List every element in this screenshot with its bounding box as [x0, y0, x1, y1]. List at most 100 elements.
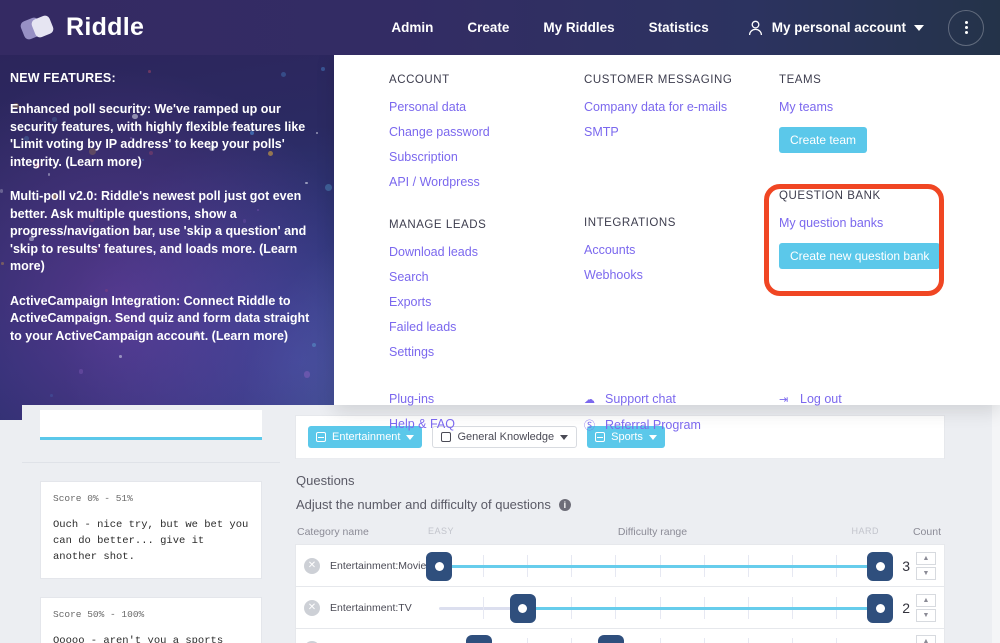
score-range-label: Score 50% - 100%: [53, 609, 145, 620]
score-card[interactable]: Score 50% - 100% Ooooo - aren't you a sp…: [40, 597, 262, 643]
menu-item-my-teams[interactable]: My teams: [779, 100, 990, 114]
nav-links: Admin Create My Riddles Statistics: [374, 20, 725, 35]
question-count-stepper[interactable]: ▲▼: [916, 635, 936, 643]
caret-down-icon[interactable]: ▼: [916, 566, 936, 580]
table-body: ✕ Entertainment:Movies 3 ▲ ▼ ✕ Entertainment:T…: [295, 544, 945, 643]
remove-circle-icon[interactable]: ✕: [304, 557, 320, 574]
nav-link-statistics[interactable]: Statistics: [649, 20, 709, 35]
menu-item-exports[interactable]: Exports: [389, 295, 574, 309]
help-faq-label: Help & FAQ: [389, 417, 455, 431]
difficulty-range-slider[interactable]: [439, 587, 893, 629]
menu-item-referral-program[interactable]: Ⓢ Referral Program: [584, 417, 779, 433]
dropdown-group-integrations: INTEGRATIONS Accounts Webhooks: [584, 217, 769, 282]
support-chat-label: Support chat: [605, 392, 676, 406]
caret-up-icon[interactable]: ▲: [916, 551, 936, 565]
header-hard: HARD: [851, 526, 879, 536]
menu-item-api-wordpress[interactable]: API / Wordpress: [389, 175, 574, 189]
menu-item-search[interactable]: Search: [389, 270, 574, 284]
logout-icon: ⇥: [779, 393, 789, 406]
menu-item-my-question-banks[interactable]: My question banks: [779, 216, 990, 230]
dropdown-column-middle: CUSTOMER MESSAGING Company data for e-ma…: [584, 74, 779, 370]
caret-down-icon[interactable]: ▼: [916, 608, 936, 622]
menu-item-help-faq[interactable]: Help & FAQ: [389, 417, 584, 431]
menu-item-settings[interactable]: Settings: [389, 345, 574, 359]
group-title-teams: TEAMS: [779, 74, 822, 86]
riddle-sidebar-panel: Score 0% - 51% Ouch - nice try, but we b…: [22, 405, 280, 643]
slider-handle-max[interactable]: [867, 551, 893, 581]
new-features-paragraph: ActiveCampaign Integration: Connect Ridd…: [10, 293, 310, 343]
dropdown-column-right: TEAMS My teams Create team QUESTION BANK…: [779, 74, 1000, 370]
questions-section-subtitle: Adjust the number and difficulty of ques…: [280, 488, 1000, 512]
menu-item-download-leads[interactable]: Download leads: [389, 245, 574, 259]
menu-item-personal-data[interactable]: Personal data: [389, 100, 574, 114]
category-name-cell: Entertainment:TV: [330, 601, 412, 614]
score-range-label: Score 0% - 51%: [53, 493, 133, 504]
caret-up-icon[interactable]: ▲: [916, 635, 936, 643]
new-features-paragraph: Multi-poll v2.0: Riddle's newest poll ju…: [10, 189, 307, 273]
dropdown-footer: Plug-ins Help & FAQ ☁ Support chat Ⓢ Ref…: [334, 392, 1000, 444]
slider-handle-max[interactable]: [867, 593, 893, 623]
menu-item-log-out[interactable]: ⇥ Log out: [779, 392, 1000, 406]
account-menu-button[interactable]: My personal account: [748, 20, 924, 36]
menu-item-company-data-emails[interactable]: Company data for e-mails: [584, 100, 769, 114]
dropdown-group-customer-messaging: CUSTOMER MESSAGING Company data for e-ma…: [584, 74, 769, 139]
create-new-question-bank-button[interactable]: Create new question bank: [779, 243, 941, 269]
menu-item-failed-leads[interactable]: Failed leads: [389, 320, 574, 334]
nav-link-create[interactable]: Create: [467, 20, 509, 35]
app-root: Score 0% - 51% Ouch - nice try, but we b…: [0, 0, 1000, 643]
chevron-down-icon: [914, 24, 924, 31]
nav-link-my-riddles[interactable]: My Riddles: [543, 20, 614, 35]
riddle-diamond-logo-icon: [19, 13, 56, 41]
checkbox-icon: [316, 432, 326, 442]
menu-item-webhooks[interactable]: Webhooks: [584, 268, 769, 282]
header-easy: EASY: [428, 526, 455, 536]
brand-logo-link[interactable]: Riddle: [19, 13, 144, 42]
chat-bubble-icon: ☁: [584, 393, 595, 406]
dropdown-group-manage-leads: MANAGE LEADS Download leads Search Expor…: [389, 219, 574, 359]
dropdown-columns: ACCOUNT Personal data Change password Su…: [334, 74, 1000, 370]
category-name-cell: Entertainment:Movies: [330, 559, 432, 572]
question-count-stepper[interactable]: ▲▼: [916, 593, 936, 622]
table-row: ✕Sports:Olympics5▲▼: [295, 628, 945, 643]
table-row: ✕ Entertainment:Movies 3 ▲ ▼: [295, 544, 945, 586]
questions-subtitle-text: Adjust the number and difficulty of ques…: [296, 497, 551, 512]
question-count-stepper[interactable]: ▲▼: [916, 551, 936, 580]
menu-item-subscription[interactable]: Subscription: [389, 150, 574, 164]
group-title-account: ACCOUNT: [389, 74, 450, 86]
nav-link-admin[interactable]: Admin: [391, 20, 433, 35]
menu-item-support-chat[interactable]: ☁ Support chat: [584, 392, 779, 406]
questions-table: Category name EASY Difficulty range HARD…: [295, 526, 945, 643]
menu-item-plug-ins[interactable]: Plug-ins: [389, 392, 584, 406]
more-vertical-icon[interactable]: [948, 9, 984, 46]
difficulty-range-slider[interactable]: [439, 628, 880, 643]
score-card[interactable]: Score 0% - 51% Ouch - nice try, but we b…: [40, 481, 262, 579]
menu-item-accounts[interactable]: Accounts: [584, 243, 769, 257]
caret-up-icon[interactable]: ▲: [916, 593, 936, 607]
difficulty-range-slider[interactable]: [426, 545, 893, 587]
menu-item-smtp[interactable]: SMTP: [584, 125, 769, 139]
account-menu-label: My personal account: [771, 20, 906, 35]
new-features-heading: NEW FEATURES:: [10, 71, 116, 85]
dropdown-column-left: ACCOUNT Personal data Change password Su…: [389, 74, 584, 370]
new-features-paragraph: Enhanced poll security: We've ramped up …: [10, 102, 306, 169]
slider-handle-min[interactable]: [426, 551, 452, 581]
dropdown-group-question-bank: QUESTION BANK My question banks Create n…: [779, 190, 990, 269]
dropdown-group-teams: TEAMS My teams Create team: [779, 74, 990, 153]
score-message-text: Ouch - nice try, but we bet you can do b…: [53, 519, 249, 563]
remove-circle-icon[interactable]: ✕: [304, 599, 320, 616]
user-icon: [748, 20, 762, 35]
new-features-panel: NEW FEATURES: Enhanced poll security: We…: [0, 55, 334, 418]
log-out-label: Log out: [800, 392, 842, 406]
menu-item-change-password[interactable]: Change password: [389, 125, 574, 139]
slider-handle-min[interactable]: [465, 635, 492, 643]
header-count: Count: [912, 526, 941, 538]
slider-handle-min[interactable]: [509, 593, 536, 623]
top-navbar: Riddle Admin Create My Riddles Statistics M…: [0, 0, 1000, 55]
group-title-question-bank: QUESTION BANK: [779, 190, 881, 202]
create-team-button[interactable]: Create team: [779, 127, 868, 153]
info-icon[interactable]: i: [558, 498, 571, 511]
dropdown-footer-column-2: ☁ Support chat Ⓢ Referral Program: [584, 392, 779, 444]
sidebar-divider: [22, 462, 280, 463]
slider-handle-max[interactable]: [597, 635, 624, 643]
dropdown-footer-column-1: Plug-ins Help & FAQ: [389, 392, 584, 444]
